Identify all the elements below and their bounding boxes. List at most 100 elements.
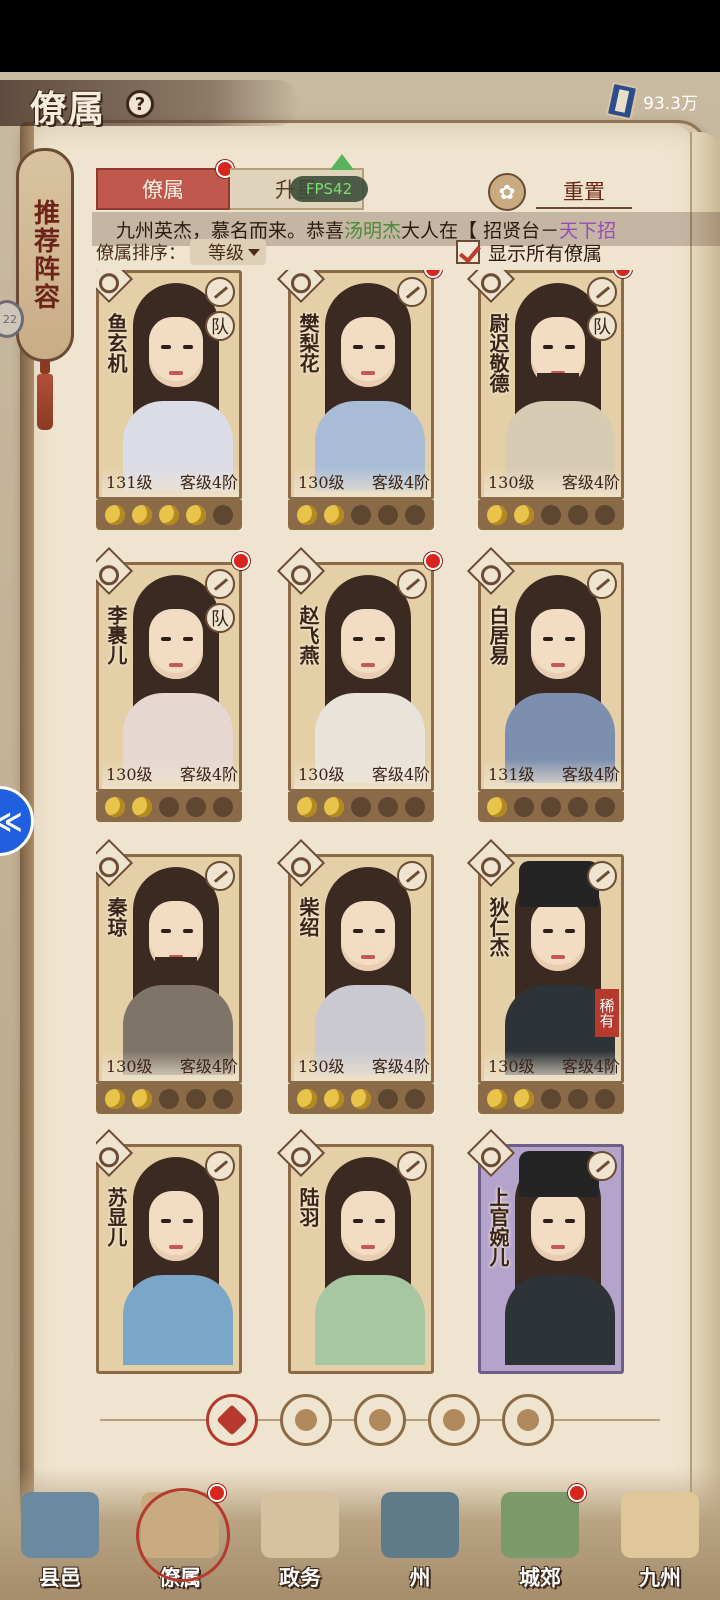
- card-frame: 鱼玄机 队 131级 客级4阶: [96, 270, 242, 500]
- retainer-level: 131级: [488, 765, 535, 784]
- recommend-lineup-label: 推荐阵容: [29, 199, 60, 311]
- retainer-card[interactable]: 柴绍 130级 客级4阶: [276, 838, 434, 1118]
- retainer-card[interactable]: 赵飞燕 130级 客级4阶: [276, 546, 442, 826]
- level-rank-bar: 130级 客级4阶: [294, 467, 431, 497]
- skill-type-icon: [205, 569, 235, 599]
- moon-star-icon-empty: [404, 1089, 425, 1109]
- nav-item[interactable]: 九州: [610, 1484, 710, 1592]
- recommend-lineup-button[interactable]: 推荐阵容: [16, 148, 74, 362]
- retainer-card[interactable]: 上官婉儿: [466, 1128, 624, 1408]
- level-rank-bar: 130级 客级4阶: [294, 759, 431, 789]
- retainer-name: 李裹儿: [104, 605, 128, 665]
- retainer-card[interactable]: 白居易 131级 客级4阶: [466, 546, 624, 826]
- book-currency-icon: [605, 81, 639, 121]
- level-rank-bar: 130级 客级4阶: [484, 467, 621, 497]
- retainer-rank: 客级4阶: [561, 765, 620, 784]
- nav-item[interactable]: 政务: [250, 1484, 350, 1592]
- retainer-rank: 客级4阶: [561, 473, 620, 492]
- moon-star-icon-empty: [158, 797, 179, 817]
- help-icon[interactable]: ?: [126, 90, 154, 118]
- star-row: [96, 500, 242, 530]
- reset-group: ✿ 重置: [488, 170, 632, 214]
- moon-star-icon-filled: [132, 1089, 153, 1109]
- sort-dropdown[interactable]: 等级: [190, 239, 266, 265]
- show-all-label: 显示所有僚属: [488, 242, 603, 265]
- moon-star-icon-empty: [404, 505, 425, 525]
- moon-star-icon-empty: [185, 1089, 206, 1109]
- fps-counter: FPS42: [290, 176, 368, 202]
- star-row: [288, 500, 434, 530]
- moon-star-icon-filled: [297, 797, 318, 817]
- nav-building-icon: [621, 1492, 699, 1558]
- status-bar: [0, 0, 720, 72]
- skill-type-icon: [397, 569, 427, 599]
- card-frame: 尉迟敬德 队 130级 客级4阶: [478, 270, 624, 500]
- retainer-card[interactable]: 鱼玄机 队 131级 客级4阶: [96, 270, 242, 534]
- reset-icon[interactable]: ✿: [488, 173, 526, 211]
- skill-type-icon: [205, 277, 235, 307]
- star-row: [478, 500, 624, 530]
- retainer-name: 上官婉儿: [486, 1187, 510, 1267]
- retainer-name: 柴绍: [296, 897, 320, 937]
- show-all-checkbox[interactable]: [456, 240, 480, 264]
- retainer-level: 130级: [298, 473, 345, 492]
- skill-type-icon: [587, 861, 617, 891]
- nav-item[interactable]: 县邑: [10, 1484, 110, 1592]
- character-portrait: [117, 1157, 235, 1365]
- nav-item[interactable]: 僚属: [130, 1484, 230, 1592]
- moon-star-icon-empty: [540, 1089, 561, 1109]
- currency-value: 93.3万: [643, 93, 698, 114]
- retainer-level: 130级: [298, 765, 345, 784]
- tab-label: 僚属: [142, 178, 184, 202]
- tab-retainers[interactable]: 僚属: [96, 160, 234, 210]
- retainer-card[interactable]: 尉迟敬德 队 130级 客级4阶: [466, 270, 632, 534]
- star-row: [288, 1084, 434, 1114]
- retainer-card[interactable]: 陆羽: [276, 1128, 434, 1408]
- moon-star-icon-filled: [105, 505, 126, 525]
- moon-star-icon-empty: [404, 797, 425, 817]
- star-row: [478, 1084, 624, 1114]
- character-portrait: [499, 575, 617, 783]
- filter-farmer-icon[interactable]: [502, 1394, 554, 1446]
- nav-item[interactable]: 城郊: [490, 1484, 590, 1592]
- moon-star-icon-empty: [514, 797, 535, 817]
- filter-scholar-icon[interactable]: [280, 1394, 332, 1446]
- retainer-card[interactable]: 狄仁杰 稀有 130级 客级4阶: [466, 838, 624, 1118]
- skill-type-icon: [205, 1151, 235, 1181]
- nav-item[interactable]: 州: [370, 1484, 470, 1592]
- retainer-name: 陆羽: [296, 1187, 320, 1227]
- filter-artisan-icon[interactable]: [428, 1394, 480, 1446]
- retainer-rank: 客级4阶: [371, 765, 430, 784]
- star-row: [96, 1084, 242, 1114]
- skill-type-icon: [397, 1151, 427, 1181]
- nav-label: 县邑: [39, 1565, 81, 1590]
- moon-star-icon-empty: [377, 797, 398, 817]
- star-row: [478, 792, 624, 822]
- nav-label: 政务: [279, 1565, 321, 1590]
- moon-star-icon-filled: [487, 797, 508, 817]
- retainer-card[interactable]: 李裹儿 队 130级 客级4阶: [96, 546, 250, 826]
- team-badge: 队: [205, 603, 235, 633]
- filter-merchant-icon[interactable]: [354, 1394, 406, 1446]
- character-portrait: [499, 861, 617, 1075]
- show-all-toggle[interactable]: 显示所有僚属: [456, 236, 602, 268]
- title-bar: 僚属 ? 93.3万: [0, 72, 720, 142]
- retainer-card[interactable]: 秦琼 130级 客级4阶: [96, 838, 242, 1118]
- book-page-curl: [690, 132, 720, 1532]
- character-portrait: [309, 575, 427, 783]
- moon-star-icon-empty: [540, 505, 561, 525]
- moon-star-icon-filled: [297, 505, 318, 525]
- retainer-rank: 客级4阶: [179, 473, 238, 492]
- moon-star-icon-empty: [350, 797, 371, 817]
- retainer-name: 尉迟敬德: [486, 313, 510, 393]
- retainer-card[interactable]: 樊梨花 130级 客级4阶: [276, 270, 442, 534]
- retainer-level: 130级: [106, 1057, 153, 1076]
- character-portrait: [309, 867, 427, 1075]
- reset-button[interactable]: 重置: [536, 175, 632, 209]
- retainer-rank: 客级4阶: [371, 473, 430, 492]
- moon-star-icon-empty: [594, 797, 615, 817]
- moon-star-icon-empty: [567, 797, 588, 817]
- filter-all-icon[interactable]: [206, 1394, 258, 1446]
- card-frame: 狄仁杰 稀有 130级 客级4阶: [478, 854, 624, 1084]
- retainer-card[interactable]: 苏显儿: [96, 1128, 242, 1408]
